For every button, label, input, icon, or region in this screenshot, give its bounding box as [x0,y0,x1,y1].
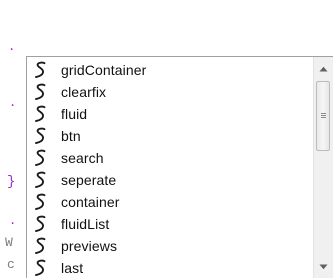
scrollbar-thumb[interactable] [316,81,330,151]
autocomplete-item[interactable]: search [27,147,313,169]
autocomplete-item-label: seperate [61,172,117,188]
autocomplete-item[interactable]: last [27,257,313,278]
thumb-grip-line [321,113,326,114]
autocomplete-item[interactable]: fluid [27,103,313,125]
thumb-grip-line [321,117,326,118]
autocomplete-scrollbar[interactable] [313,57,333,278]
snippet-icon [34,83,47,101]
autocomplete-item-label: last [61,260,84,276]
scroll-up-arrow-icon[interactable] [314,59,333,79]
code-editor: ..}. Wc gridContainer clearfix fluid btn sear… [0,0,333,278]
autocomplete-item-label: search [61,150,104,166]
gutter-mark: c [7,257,15,272]
snippet-icon [34,171,47,189]
gutter-mark: . [8,40,16,54]
snippet-icon [34,193,47,211]
snippet-icon [34,215,47,233]
thumb-grip-line [321,115,326,116]
autocomplete-item-label: gridContainer [61,62,147,78]
autocomplete-item-label: btn [61,128,81,144]
autocomplete-item[interactable]: fluidList [27,213,313,235]
autocomplete-item-label: fluid [61,106,88,122]
autocomplete-list: gridContainer clearfix fluid btn search seper… [27,57,313,278]
scroll-down-arrow-icon[interactable] [314,257,333,277]
autocomplete-item-label: container [61,194,120,210]
autocomplete-item[interactable]: container [27,191,313,213]
autocomplete-popup: gridContainer clearfix fluid btn search seper… [26,56,333,278]
snippet-icon [34,61,47,79]
autocomplete-item-label: clearfix [61,84,107,100]
gutter-mark: } [7,174,16,190]
autocomplete-item[interactable]: previews [27,235,313,257]
snippet-icon [34,127,47,145]
gutter-mark: W [5,235,13,250]
autocomplete-item[interactable]: seperate [27,169,313,191]
snippet-icon [34,149,47,167]
snippet-icon [34,105,47,123]
autocomplete-item-label: fluidList [61,216,110,232]
gutter-mark: . [9,214,17,228]
gutter-mark: . [9,96,17,110]
autocomplete-item-label: previews [61,238,118,254]
autocomplete-item[interactable]: clearfix [27,81,313,103]
autocomplete-item[interactable]: btn [27,125,313,147]
snippet-icon [34,237,47,255]
autocomplete-item[interactable]: gridContainer [27,59,313,81]
snippet-icon [34,259,47,277]
